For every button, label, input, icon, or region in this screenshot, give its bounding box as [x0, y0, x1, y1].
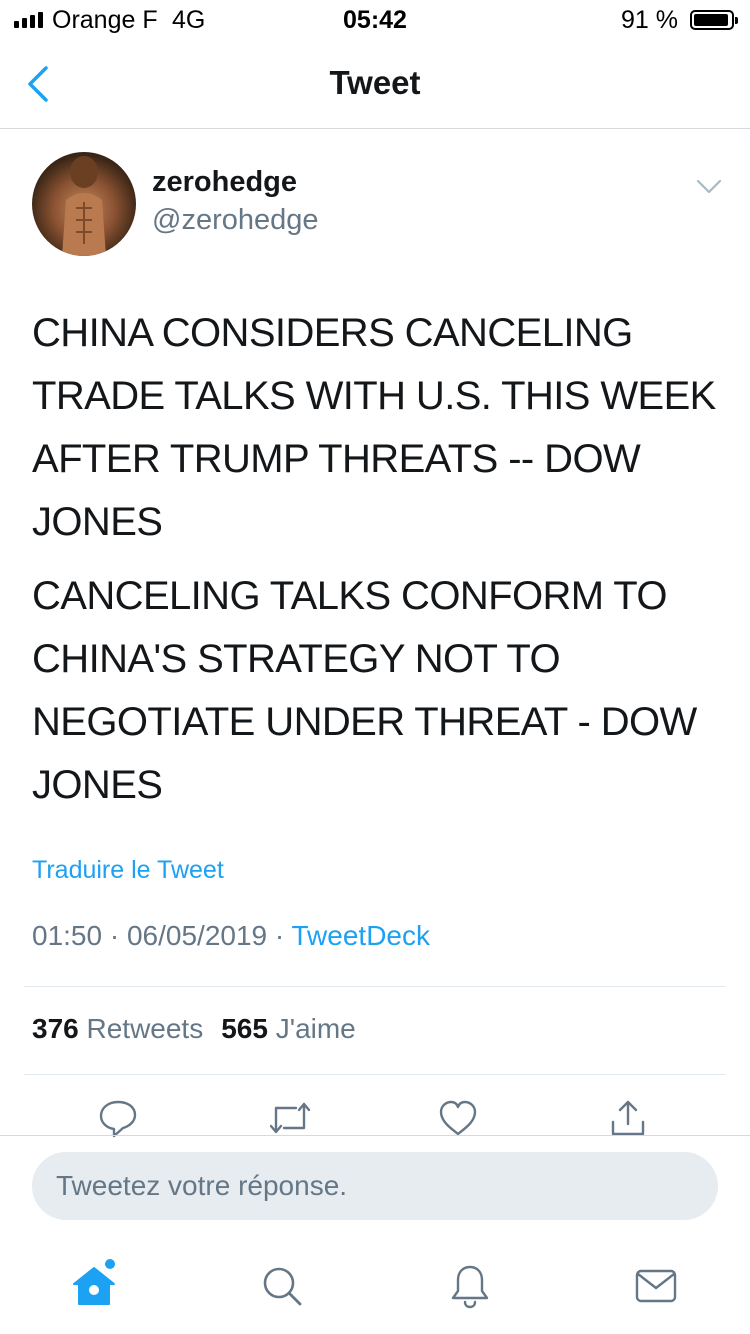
share-button[interactable]: [608, 1098, 648, 1138]
avatar-image: [62, 156, 106, 256]
tab-home[interactable]: [66, 1258, 122, 1314]
author-name[interactable]: zerohedge: [152, 166, 297, 199]
tweet-time: 01:50: [32, 920, 103, 951]
tweet-date: 06/05/2019: [126, 920, 268, 951]
share-icon: [611, 1100, 645, 1136]
meta-separator: ·: [267, 920, 292, 951]
reply-icon: [99, 1100, 137, 1138]
likes-stat[interactable]: 565 J'aime: [221, 1013, 356, 1044]
notifications-icon: [451, 1265, 489, 1309]
tweet-text: CHINA CONSIDERS CANCELING TRADE TALKS WI…: [32, 302, 722, 828]
search-icon: [263, 1267, 302, 1306]
tab-notifications[interactable]: [442, 1258, 498, 1314]
battery-icon: [690, 10, 738, 30]
messages-icon: [635, 1269, 677, 1303]
translate-tweet-link[interactable]: Traduire le Tweet: [32, 856, 224, 885]
tab-messages[interactable]: [628, 1258, 684, 1314]
likes-count: 565: [221, 1013, 268, 1044]
home-icon: [73, 1259, 115, 1305]
like-button[interactable]: [438, 1098, 478, 1138]
retweets-count: 376: [32, 1013, 79, 1044]
tweet-paragraph: CHINA CONSIDERS CANCELING TRADE TALKS WI…: [32, 311, 716, 544]
retweets-stat[interactable]: 376 Retweets: [32, 1013, 203, 1044]
meta-separator: ·: [102, 920, 127, 951]
tweet-metadata: 01:50 · 06/05/2019 · TweetDeck: [32, 920, 430, 952]
status-bar: Orange F 4G 05:42 91 %: [0, 0, 750, 42]
tweet-options-button[interactable]: [694, 176, 724, 198]
retweets-label: Retweets: [78, 1013, 204, 1044]
battery-percent: 91 %: [621, 6, 678, 34]
divider: [24, 986, 725, 987]
like-icon: [439, 1100, 477, 1136]
reply-input[interactable]: [32, 1152, 718, 1220]
retweet-icon: [269, 1102, 311, 1134]
tweet-stats: 376 Retweets 565 J'aime: [32, 1013, 356, 1045]
page-title: Tweet: [329, 64, 421, 101]
tab-search[interactable]: [254, 1258, 310, 1314]
nav-divider: [0, 128, 750, 129]
divider: [0, 1135, 750, 1136]
reply-button[interactable]: [98, 1098, 138, 1138]
tweet-source-link[interactable]: TweetDeck: [292, 920, 431, 951]
tweet-paragraph: CANCELING TALKS CONFORM TO CHINA'S STRAT…: [32, 574, 697, 807]
author-handle[interactable]: @zerohedge: [152, 204, 319, 237]
chevron-down-icon: [696, 179, 722, 194]
retweet-button[interactable]: [268, 1098, 311, 1138]
divider: [24, 1074, 725, 1075]
likes-label: J'aime: [267, 1013, 356, 1044]
avatar[interactable]: [32, 152, 136, 256]
